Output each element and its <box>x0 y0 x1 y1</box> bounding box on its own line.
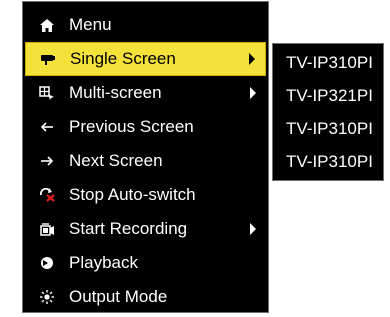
menu-item-previous-screen[interactable]: Previous Screen <box>25 110 266 144</box>
menu-item-next-screen[interactable]: Next Screen <box>25 144 266 178</box>
menu-item-label: Multi-screen <box>69 83 162 102</box>
camera-icon <box>26 42 70 76</box>
submenu-item-camera[interactable]: TV-IP321PI <box>273 79 383 112</box>
menu-item-menu[interactable]: Menu <box>25 8 266 42</box>
menu-item-label: Menu <box>69 15 112 34</box>
submenu-item-camera[interactable]: TV-IP310PI <box>273 145 383 178</box>
submenu-arrow-icon <box>249 53 255 65</box>
output-mode-icon <box>25 280 69 314</box>
menu-item-label: Next Screen <box>69 151 163 170</box>
menu-item-multi-screen[interactable]: Multi-screen <box>25 76 266 110</box>
arrow-left-icon <box>25 110 69 144</box>
menu-item-stop-auto-switch[interactable]: Stop Auto-switch <box>25 178 266 212</box>
menu-item-start-recording[interactable]: Start Recording <box>25 212 266 246</box>
menu-item-label: Output Mode <box>69 287 168 306</box>
menu-item-output-mode[interactable]: Output Mode <box>25 280 266 314</box>
arrow-right-icon <box>25 144 69 178</box>
submenu-item-camera[interactable]: TV-IP310PI <box>273 112 383 145</box>
home-icon <box>25 8 69 42</box>
menu-item-label: Previous Screen <box>69 117 194 136</box>
playback-icon <box>25 246 69 280</box>
multi-screen-icon <box>25 76 69 110</box>
camera-submenu: TV-IP310PI TV-IP321PI TV-IP310PI TV-IP31… <box>272 43 384 181</box>
menu-item-label: Start Recording <box>69 219 188 238</box>
menu-item-label: Playback <box>69 253 138 272</box>
submenu-item-camera[interactable]: TV-IP310PI <box>273 46 383 79</box>
submenu-arrow-icon <box>250 87 256 99</box>
menu-item-label: Stop Auto-switch <box>69 185 196 204</box>
stop-auto-switch-icon <box>25 178 69 212</box>
menu-item-playback[interactable]: Playback <box>25 246 266 280</box>
submenu-arrow-icon <box>250 223 256 235</box>
recording-icon <box>25 212 69 246</box>
menu-item-label: Single Screen <box>70 49 176 68</box>
menu-item-single-screen[interactable]: Single Screen <box>25 42 266 76</box>
context-menu: Menu Single Screen Multi-screen Previous… <box>22 1 269 313</box>
